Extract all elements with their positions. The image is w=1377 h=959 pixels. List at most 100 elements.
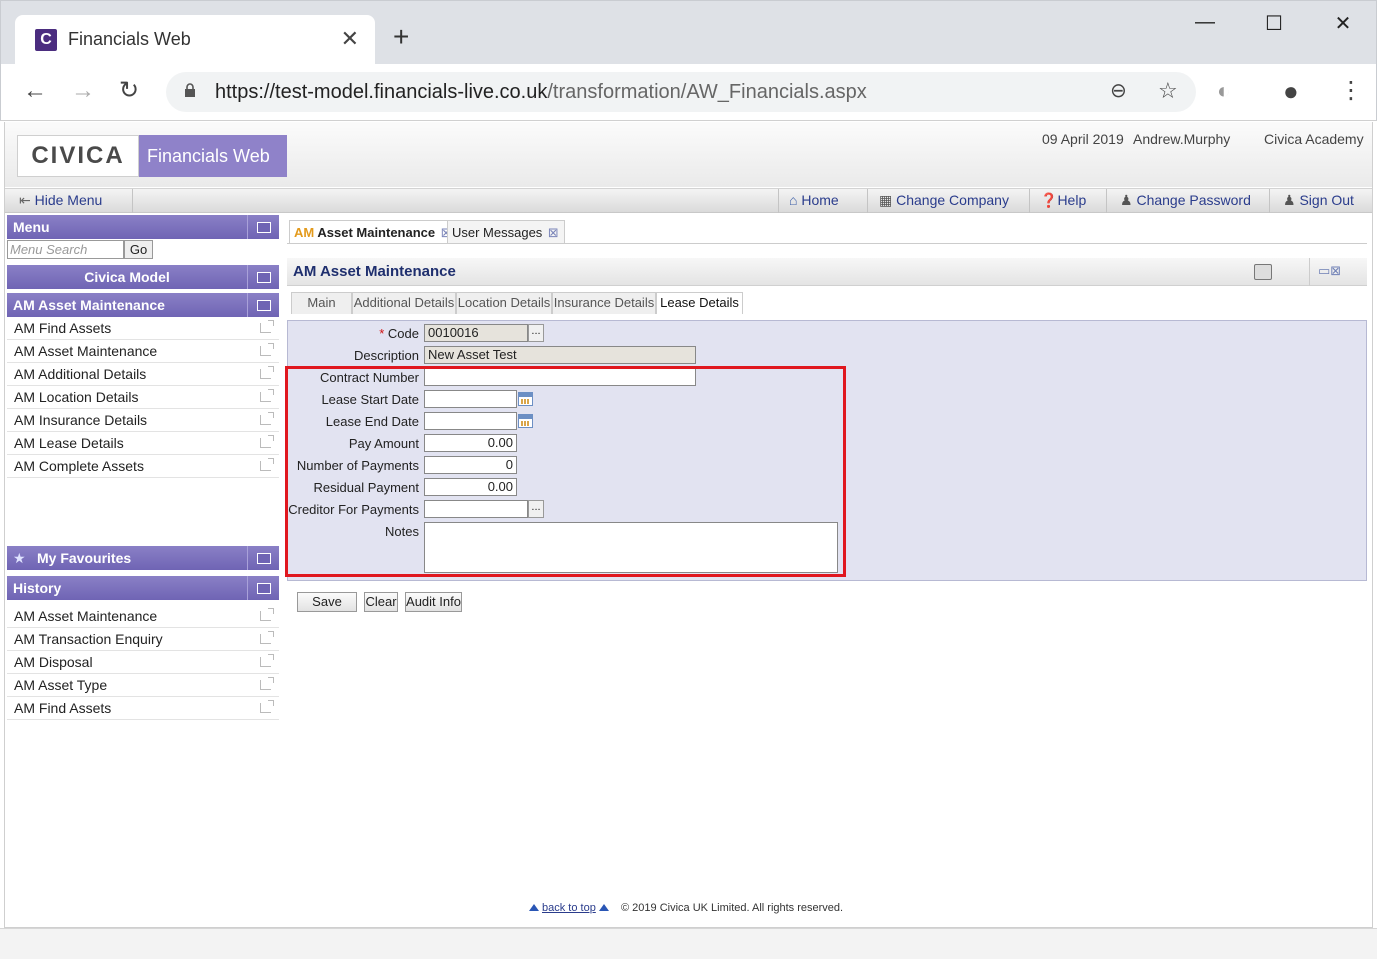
change-company-link[interactable]: ▦ Change Company xyxy=(879,192,1009,209)
menu-search-go-button[interactable]: Go xyxy=(124,240,153,259)
window-close-icon[interactable]: ✕ xyxy=(1320,11,1366,41)
open-window-icon[interactable] xyxy=(260,700,274,713)
notes-label: Notes xyxy=(385,524,419,539)
sign-out-label: Sign Out xyxy=(1299,192,1354,208)
history-item[interactable]: AM Asset Maintenance xyxy=(7,605,279,628)
export-icon xyxy=(257,300,271,311)
print-icon[interactable] xyxy=(1254,264,1272,280)
menu-section-header[interactable]: AM Asset Maintenance xyxy=(7,293,279,317)
open-window-icon[interactable] xyxy=(260,631,274,644)
url-base: https://test-model.financials-live.co.uk xyxy=(215,81,548,103)
history-item[interactable]: AM Transaction Enquiry xyxy=(7,628,279,651)
tab-close-icon[interactable]: ✕ xyxy=(341,26,359,52)
menu-window-button[interactable] xyxy=(247,215,279,239)
toolbar-divider xyxy=(1269,189,1270,213)
description-field[interactable]: New Asset Test xyxy=(424,346,696,364)
lock-icon xyxy=(185,83,195,97)
history-item[interactable]: AM Disposal xyxy=(7,651,279,674)
change-password-link[interactable]: ♟ Change Password xyxy=(1120,192,1251,209)
reload-icon[interactable]: ↻ xyxy=(119,77,139,105)
clear-button[interactable]: Clear xyxy=(364,592,398,612)
kebab-menu-icon[interactable]: ⋮ xyxy=(1339,77,1363,105)
form-title-bar: AM Asset Maintenance ▭⊠ xyxy=(287,258,1367,286)
number-of-payments-label: Number of Payments xyxy=(296,458,419,473)
toolbar-divider xyxy=(778,189,779,213)
tab-asset-maintenance[interactable]: AM Asset Maintenance ⊠ xyxy=(289,220,458,243)
lease-end-date-label: Lease End Date xyxy=(325,414,419,429)
subtab-insurance-details[interactable]: Insurance Details xyxy=(552,292,656,314)
history-item[interactable]: AM Asset Type xyxy=(7,674,279,697)
menu-group-header[interactable]: Civica Model xyxy=(7,265,279,289)
audit-info-button[interactable]: Audit Info xyxy=(405,592,462,612)
user-key-icon: ♟ xyxy=(1120,192,1137,208)
pay-amount-field[interactable]: 0.00 xyxy=(424,434,517,452)
back-arrow-icon[interactable]: ← xyxy=(23,77,47,105)
creditor-for-payments-label: Creditor For Payments xyxy=(288,502,419,517)
history-item-label: AM Find Assets xyxy=(14,700,112,716)
window-close-button[interactable]: ▭⊠ xyxy=(1309,258,1367,286)
open-window-icon[interactable] xyxy=(260,677,274,690)
menu-item-label: AM Insurance Details xyxy=(14,412,148,428)
lease-start-date-field[interactable] xyxy=(424,390,517,408)
forward-arrow-icon[interactable]: → xyxy=(71,77,95,105)
group-window-button[interactable] xyxy=(247,265,279,289)
calendar-icon[interactable] xyxy=(518,392,533,406)
subtab-additional-details[interactable]: Additional Details xyxy=(352,292,456,314)
hide-menu-button[interactable]: ⇤ Hide Menu xyxy=(19,192,102,209)
home-link[interactable]: ⌂ Home xyxy=(789,192,839,208)
window-icon xyxy=(257,553,271,564)
bookmark-star-icon[interactable]: ☆ xyxy=(1158,77,1178,105)
code-lookup-button[interactable]: ... xyxy=(528,324,544,342)
open-window-icon[interactable] xyxy=(260,654,274,667)
number-of-payments-field[interactable]: 0 xyxy=(424,456,517,474)
save-button[interactable]: Save xyxy=(297,592,357,612)
tab-divider xyxy=(287,243,1367,244)
toolbar-divider xyxy=(1029,189,1030,213)
extension-icon[interactable]: ◐ xyxy=(1217,77,1230,105)
contract-number-field[interactable] xyxy=(424,368,696,386)
menu-item-label: AM Location Details xyxy=(14,389,139,405)
subtab-location-details[interactable]: Location Details xyxy=(456,292,552,314)
header-organisation: Civica Academy xyxy=(1264,131,1364,147)
history-window-button[interactable] xyxy=(247,576,279,600)
notes-textarea[interactable] xyxy=(424,522,838,573)
residual-payment-field[interactable]: 0.00 xyxy=(424,478,517,496)
section-export-button[interactable] xyxy=(247,293,279,317)
address-bar[interactable]: https://test-model.financials-live.co.uk… xyxy=(166,72,1196,112)
creditor-for-payments-field[interactable] xyxy=(424,500,528,518)
browser-tab[interactable]: C Financials Web ✕ xyxy=(15,15,375,65)
zoom-icon[interactable]: ⊖ xyxy=(1110,77,1127,105)
tab-user-messages[interactable]: User Messages ⊠ xyxy=(447,220,565,243)
maximize-icon[interactable]: ☐ xyxy=(1251,11,1297,41)
minimize-icon[interactable]: — xyxy=(1182,11,1228,41)
creditor-lookup-button[interactable]: ... xyxy=(528,500,544,518)
window-icon xyxy=(257,583,271,594)
header-user: Andrew.Murphy xyxy=(1133,131,1231,147)
lease-end-date-field[interactable] xyxy=(424,412,517,430)
help-link[interactable]: ❓Help xyxy=(1040,192,1086,209)
contract-number-label: Contract Number xyxy=(320,370,419,385)
back-to-top-link[interactable]: back to top xyxy=(542,902,596,914)
tab-label: Asset Maintenance xyxy=(317,225,436,240)
subtab-main[interactable]: Main xyxy=(291,292,352,314)
menu-title: Menu xyxy=(13,219,50,235)
history-item[interactable]: AM Find Assets xyxy=(7,697,279,720)
help-label: Help xyxy=(1057,192,1087,208)
calendar-icon[interactable] xyxy=(518,414,533,428)
code-field[interactable]: 0010016 xyxy=(424,324,528,342)
form-title: AM Asset Maintenance xyxy=(293,263,456,280)
favourites-header[interactable]: ★ My Favourites xyxy=(7,546,279,570)
tab-label: User Messages xyxy=(452,225,543,240)
menu-search-input[interactable]: Menu Search xyxy=(7,240,124,259)
favourites-window-button[interactable] xyxy=(247,546,279,570)
tab-close-icon[interactable]: ⊠ xyxy=(544,225,559,240)
browser-tab-title: Financials Web xyxy=(68,29,191,49)
profile-icon[interactable]: ● xyxy=(1283,77,1299,105)
subtab-lease-details[interactable]: Lease Details xyxy=(656,292,743,314)
sign-out-link[interactable]: ♟ Sign Out xyxy=(1283,192,1354,209)
new-tab-icon[interactable]: + xyxy=(393,23,409,51)
open-window-icon[interactable] xyxy=(260,608,274,621)
lease-start-date-label: Lease Start Date xyxy=(321,392,419,407)
pay-amount-label: Pay Amount xyxy=(348,436,419,451)
menu-item-label: AM Additional Details xyxy=(14,366,147,382)
